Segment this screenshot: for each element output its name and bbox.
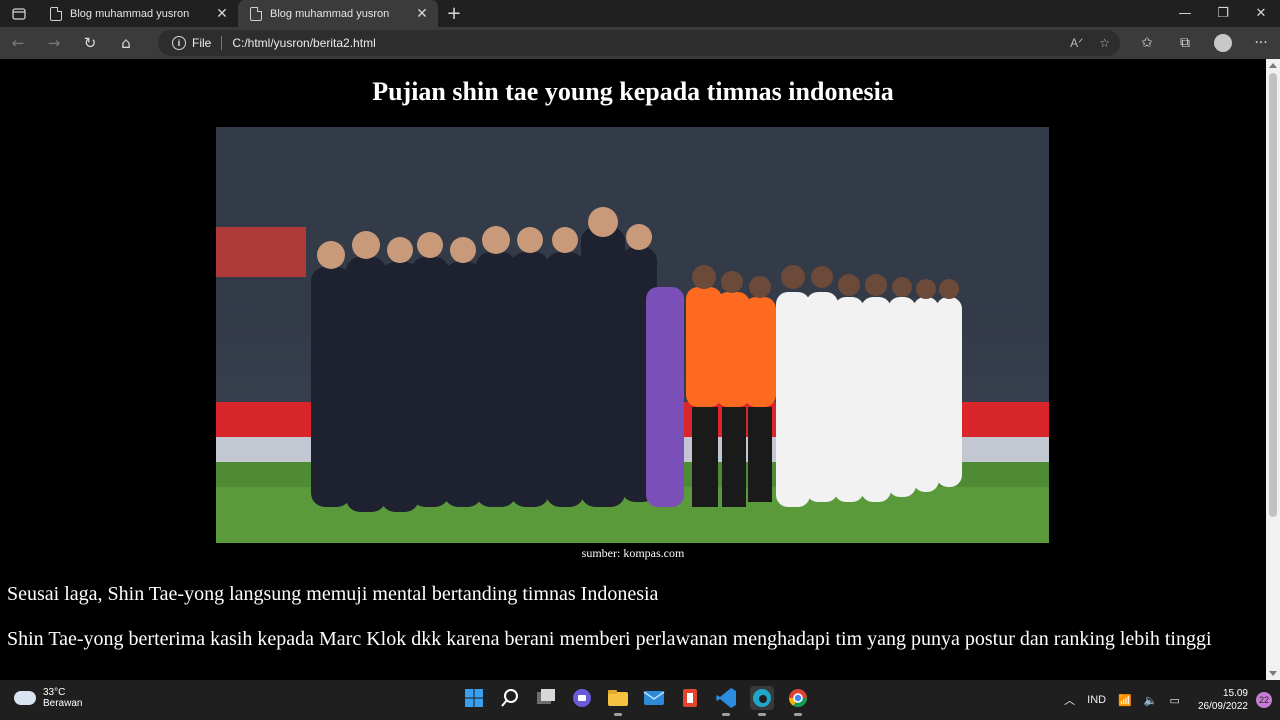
read-aloud-icon[interactable]: Aᐟ xyxy=(1070,36,1083,50)
time: 15.09 xyxy=(1222,688,1248,699)
new-tab-button[interactable]: + xyxy=(438,0,470,27)
tab-title: Blog muhammad yusron xyxy=(270,7,390,20)
paragraph-1: Seusai laga, Shin Tae-yong langsung memu… xyxy=(7,583,659,605)
file-explorer-icon[interactable] xyxy=(606,686,630,716)
profile-avatar[interactable] xyxy=(1214,34,1232,52)
close-tab-icon[interactable]: ✕ xyxy=(214,5,230,22)
vertical-scrollbar[interactable] xyxy=(1266,59,1280,680)
back-button[interactable]: ← xyxy=(0,27,36,59)
page-icon xyxy=(50,6,62,21)
scroll-up-icon[interactable] xyxy=(1269,63,1277,68)
home-button[interactable]: ⌂ xyxy=(108,27,144,59)
chat-icon[interactable] xyxy=(570,686,594,710)
task-view-icon[interactable] xyxy=(534,686,558,710)
tab-bar: Blog muhammad yusron ✕ Blog muhammad yus… xyxy=(0,0,1280,27)
language-indicator[interactable]: IND xyxy=(1087,694,1106,706)
address-bar[interactable]: i File C:/html/yusron/berita2.html Aᐟ ☆ xyxy=(158,30,1120,56)
page-icon xyxy=(250,6,262,21)
add-favorite-icon[interactable]: ☆ xyxy=(1099,36,1110,50)
chrome-icon[interactable] xyxy=(786,686,810,716)
office-icon[interactable] xyxy=(678,686,702,710)
temperature: 33°C xyxy=(43,687,66,698)
notification-badge[interactable]: 22 xyxy=(1256,692,1272,708)
navigation-bar: ← → ↻ ⌂ i File C:/html/yusron/berita2.ht… xyxy=(0,27,1280,59)
restore-button[interactable]: ❐ xyxy=(1204,0,1242,27)
scrollbar-thumb[interactable] xyxy=(1269,73,1277,517)
volume-icon[interactable]: 🔈 xyxy=(1144,694,1158,707)
vscode-icon[interactable] xyxy=(714,686,738,716)
battery-icon[interactable]: ▭ xyxy=(1170,694,1180,707)
image-caption: sumber: kompas.com xyxy=(581,546,685,560)
divider xyxy=(221,36,223,50)
weather-status: Berawan xyxy=(43,698,83,709)
page-title: Pujian shin tae young kepada timnas indo… xyxy=(372,77,894,106)
taskbar: 33°C Berawan ︿ IND 📶 🔈 ▭ 15.09 26/09/202… xyxy=(0,680,1280,720)
tab-title: Blog muhammad yusron xyxy=(70,7,190,20)
close-tab-icon[interactable]: ✕ xyxy=(414,5,430,22)
info-icon[interactable]: i xyxy=(172,36,186,50)
search-icon[interactable] xyxy=(498,686,522,710)
start-icon[interactable] xyxy=(462,686,486,710)
forward-button[interactable]: → xyxy=(36,27,72,59)
url-text[interactable]: C:/html/yusron/berita2.html xyxy=(232,36,375,50)
favorites-icon[interactable]: ✩ xyxy=(1128,27,1166,59)
collections-icon[interactable]: ⧉ xyxy=(1166,27,1204,59)
tab-2[interactable]: Blog muhammad yusron ✕ xyxy=(238,0,438,27)
wifi-icon[interactable]: 📶 xyxy=(1118,694,1132,707)
team-photo xyxy=(216,127,1049,543)
weather-widget[interactable]: 33°C Berawan xyxy=(14,687,82,709)
tab-1[interactable]: Blog muhammad yusron ✕ xyxy=(38,0,239,27)
close-window-button[interactable]: ✕ xyxy=(1242,0,1280,27)
mail-icon[interactable] xyxy=(642,686,666,710)
scroll-down-icon[interactable] xyxy=(1269,671,1277,676)
file-label: File xyxy=(192,36,212,50)
minimize-button[interactable]: — xyxy=(1166,0,1204,27)
cloud-icon xyxy=(14,691,36,705)
page-content: Pujian shin tae young kepada timnas indo… xyxy=(0,59,1266,680)
edge-icon[interactable] xyxy=(750,686,774,716)
date: 26/09/2022 xyxy=(1197,701,1248,712)
chevron-up-icon[interactable]: ︿ xyxy=(1064,692,1075,708)
refresh-button[interactable]: ↻ xyxy=(72,27,108,59)
more-icon[interactable]: ··· xyxy=(1242,27,1280,59)
paragraph-2: Shin Tae-yong berterima kasih kepada Mar… xyxy=(7,628,1212,650)
tab-actions-icon[interactable] xyxy=(0,0,38,27)
clock[interactable]: 15.09 26/09/2022 xyxy=(1198,687,1248,713)
